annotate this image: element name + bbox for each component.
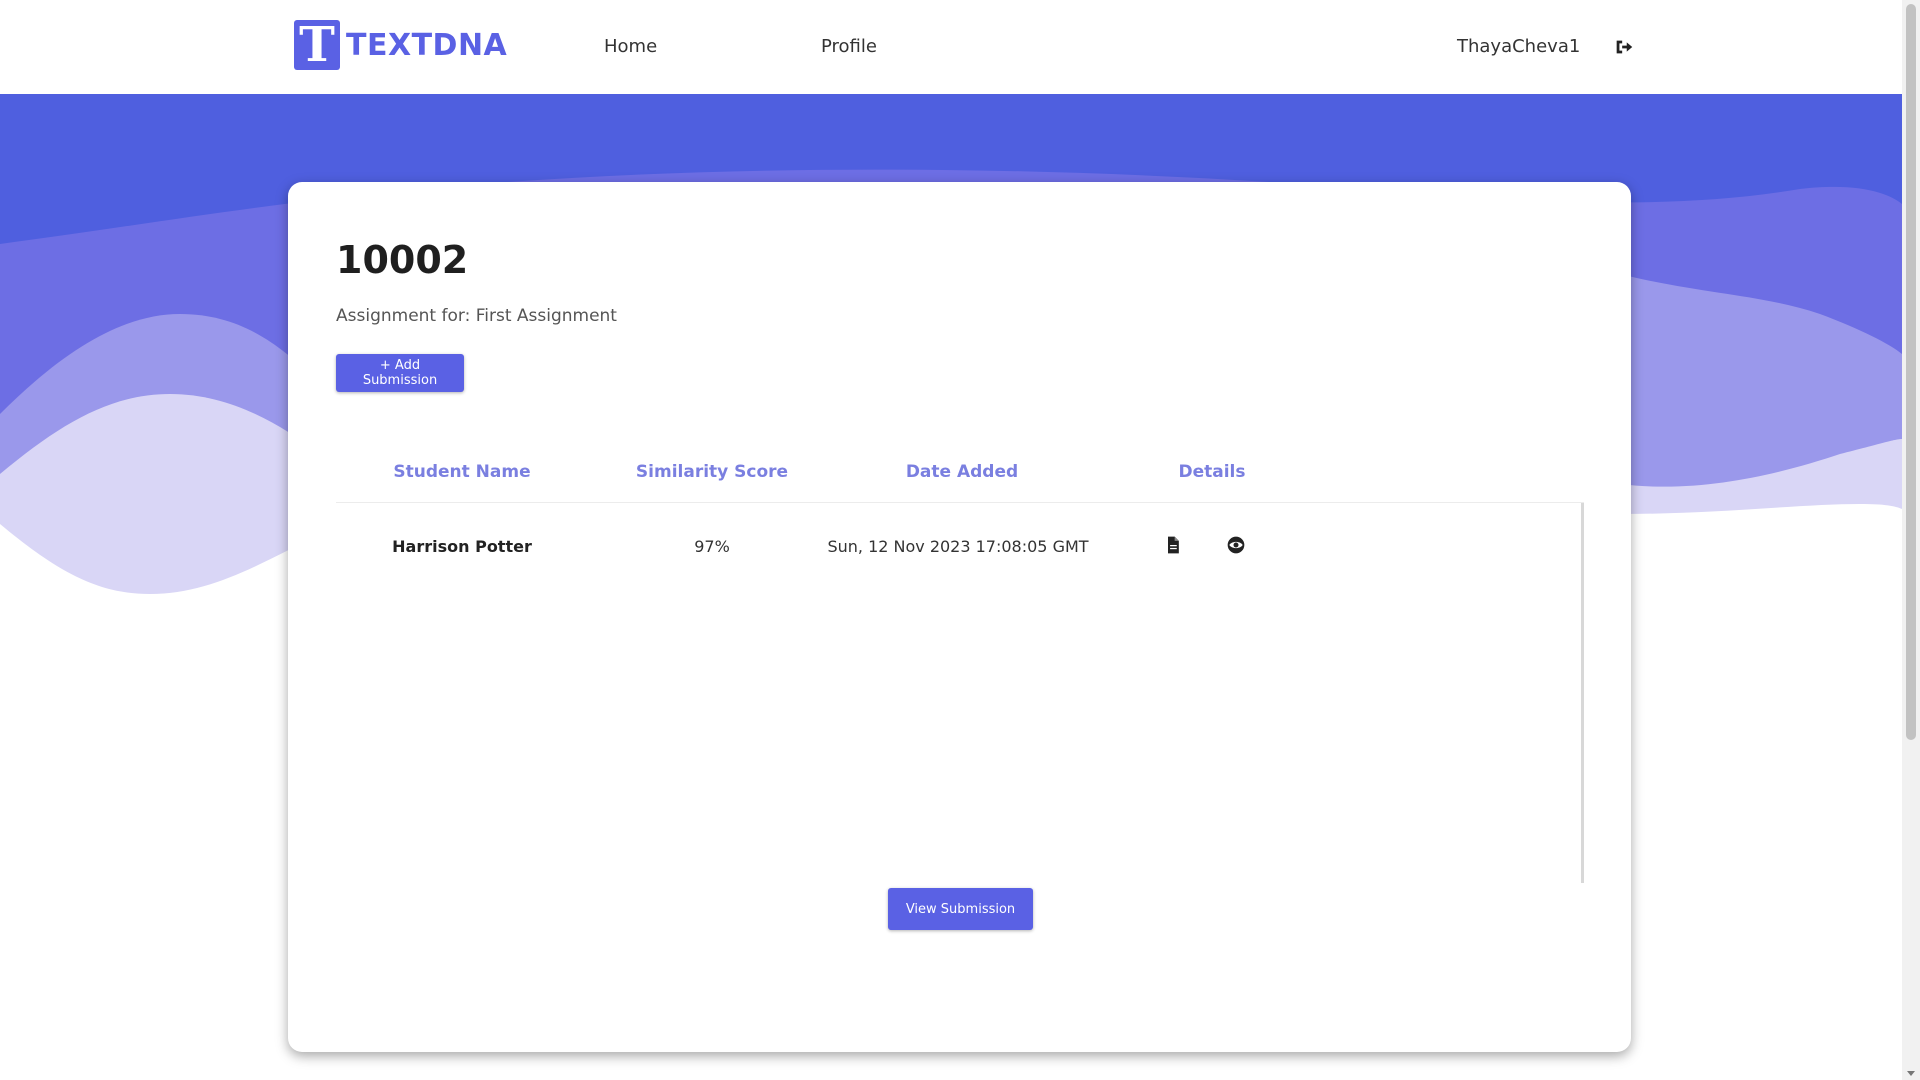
logout-icon[interactable] — [1613, 36, 1635, 58]
nav-profile-link[interactable]: Profile — [821, 36, 877, 57]
header-date-added: Date Added — [905, 462, 1019, 482]
student-name: Harrison Potter — [392, 537, 532, 556]
scroll-down-arrow-icon[interactable] — [1907, 1071, 1915, 1076]
date-added: Sun, 12 Nov 2023 17:08:05 GMT — [827, 537, 1089, 556]
header-details: Details — [1178, 462, 1246, 482]
header-student-name: Student Name — [393, 462, 531, 482]
page: T TEXTDNA Home Profile ThayaCheva1 10002… — [0, 0, 1920, 1080]
similarity-score: 97% — [694, 537, 730, 556]
table-scrollbar[interactable] — [1581, 503, 1584, 883]
assignment-id: 10002 — [336, 238, 469, 282]
table-row[interactable]: Harrison Potter 97% Sun, 12 Nov 2023 17:… — [336, 503, 1576, 593]
document-icon[interactable] — [1163, 535, 1183, 555]
page-scrollbar[interactable] — [1902, 0, 1920, 1080]
header-similarity-score: Similarity Score — [635, 462, 789, 482]
eye-icon[interactable] — [1226, 535, 1246, 555]
assignment-subtitle: Assignment for: First Assignment — [336, 306, 617, 326]
nav-home-link[interactable]: Home — [604, 36, 657, 57]
top-navbar: T TEXTDNA Home Profile ThayaCheva1 — [0, 0, 1902, 94]
username: ThayaCheva1 — [1457, 36, 1581, 57]
logo-mark: T — [294, 20, 340, 70]
view-submission-button[interactable]: View Submission — [888, 888, 1033, 930]
add-submission-button[interactable]: + Add Submission — [336, 354, 464, 392]
brand-name: TEXTDNA — [346, 27, 508, 63]
table-header: Student Name Similarity Score Date Added… — [336, 442, 1584, 503]
scrollbar-thumb[interactable] — [1906, 4, 1916, 740]
table-body: Harrison Potter 97% Sun, 12 Nov 2023 17:… — [336, 503, 1584, 883]
brand-logo[interactable]: T TEXTDNA — [294, 20, 507, 70]
assignment-card: 10002 Assignment for: First Assignment +… — [288, 182, 1631, 1052]
